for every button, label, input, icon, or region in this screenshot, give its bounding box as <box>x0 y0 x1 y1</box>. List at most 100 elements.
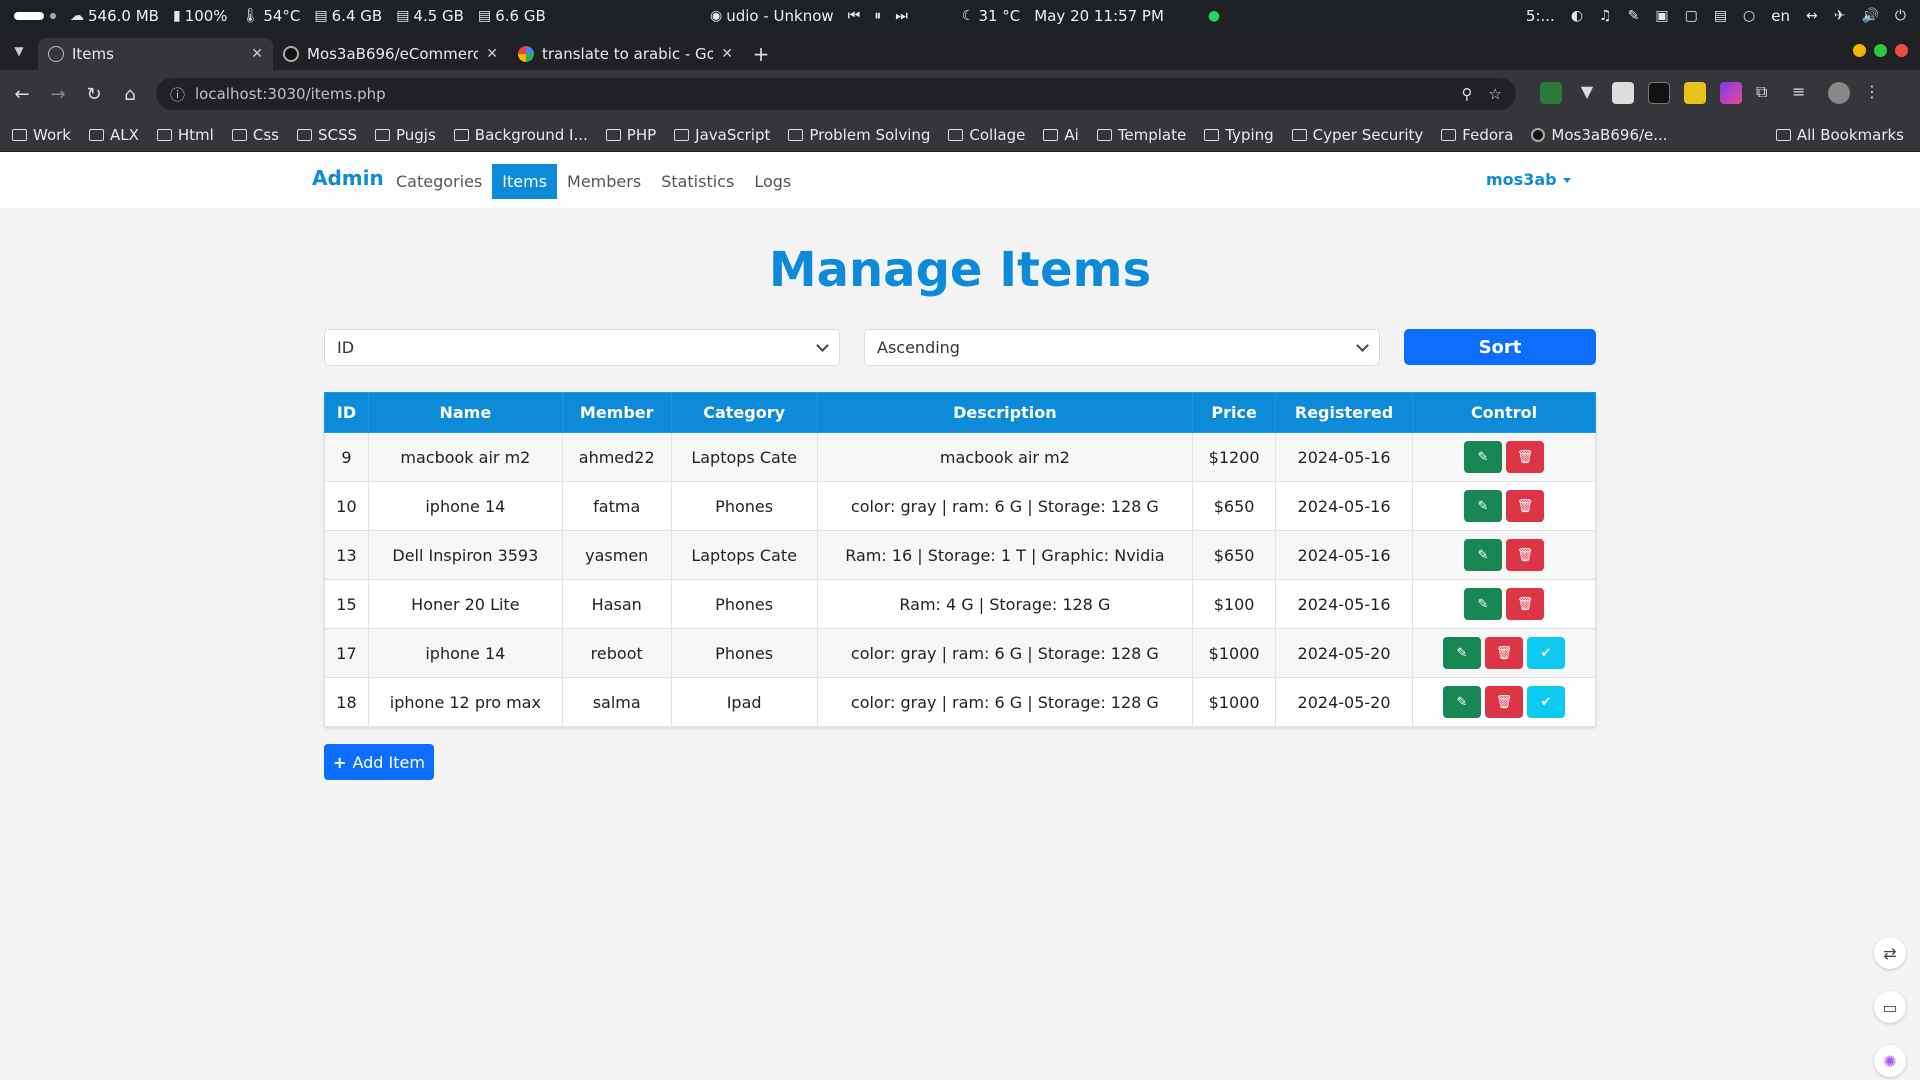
nav-categories[interactable]: Categories <box>386 164 492 199</box>
bookmark-problem-solving[interactable]: Problem Solving <box>788 126 930 144</box>
maximize-icon[interactable] <box>1874 44 1887 57</box>
tab-github[interactable]: Mos3aB696/eCommerce ✕ <box>273 38 508 70</box>
header-name[interactable]: Name <box>367 392 563 433</box>
extension-brain-icon[interactable] <box>1720 82 1742 104</box>
minimize-icon[interactable] <box>1853 44 1866 57</box>
back-arrow-icon[interactable]: ← <box>4 76 40 112</box>
vue-devtools-icon[interactable]: ▼ <box>1576 82 1598 104</box>
next-track-icon[interactable]: ⏭ <box>895 8 908 24</box>
edit-button[interactable]: ✎ <box>1464 490 1502 522</box>
extension-dark-icon[interactable] <box>1648 82 1670 104</box>
bookmark-template[interactable]: Template <box>1096 126 1186 144</box>
bookmark-fedora[interactable]: Fedora <box>1441 126 1513 144</box>
delete-button[interactable]: 🗑 <box>1506 539 1544 571</box>
header-price[interactable]: Price <box>1192 392 1277 433</box>
zoom-icon[interactable]: ⚲ <box>1462 85 1473 103</box>
workspace-1-icon[interactable]: ▢ <box>1685 8 1698 24</box>
delete-button[interactable]: 🗑 <box>1506 490 1544 522</box>
close-window-icon[interactable] <box>1895 44 1908 57</box>
header-id[interactable]: ID <box>324 392 369 433</box>
media-player[interactable]: ◉ udio - Unknow <box>710 7 834 25</box>
power-icon[interactable]: ⏻ <box>1895 8 1906 24</box>
bookmark-javascript[interactable]: JavaScript <box>674 126 770 144</box>
notion-icon[interactable] <box>1612 82 1634 104</box>
edit-button[interactable]: ✎ <box>1464 588 1502 620</box>
music-icon[interactable]: ♫ <box>1599 8 1612 24</box>
tab-search-chevron-icon[interactable]: ▼ <box>0 32 38 70</box>
nav-logs[interactable]: Logs <box>744 164 801 199</box>
pause-icon[interactable]: ⏸ <box>874 8 881 24</box>
header-description[interactable]: Description <box>816 392 1194 433</box>
bookmark-pugjs[interactable]: Pugjs <box>375 126 436 144</box>
delete-button[interactable]: 🗑 <box>1485 637 1523 669</box>
tray-app-icon[interactable]: ◐ <box>1571 8 1583 24</box>
approve-button[interactable]: ✔ <box>1527 637 1565 669</box>
workspace-indicator[interactable] <box>14 12 56 20</box>
previous-track-icon[interactable]: ⏮ <box>848 8 861 24</box>
bookmark-alx[interactable]: ALX <box>88 126 139 144</box>
bookmark-github-repo[interactable]: Mos3aB696/e... <box>1531 126 1668 144</box>
sort-field-select[interactable]: ID <box>324 329 840 366</box>
tab-google-translate[interactable]: translate to arabic - Goo ✕ <box>508 38 743 70</box>
user-dropdown[interactable]: mos3ab <box>1486 170 1571 189</box>
bookmark-work[interactable]: Work <box>12 126 71 144</box>
extension-yellow-icon[interactable] <box>1684 82 1706 104</box>
reading-list-icon[interactable]: ≡ <box>1792 82 1814 104</box>
bookmark-scss[interactable]: SCSS <box>296 126 357 144</box>
menu-dots-icon[interactable]: ⋮ <box>1864 82 1886 104</box>
translate-icon[interactable]: ⇄ <box>1874 937 1906 969</box>
avatar[interactable] <box>1828 82 1850 104</box>
puzzle-icon[interactable]: ⧉ <box>1756 82 1778 104</box>
bookmark-star-icon[interactable]: ☆ <box>1489 85 1502 103</box>
edit-button[interactable]: ✎ <box>1443 686 1481 718</box>
reader-mode-icon[interactable]: ▭ <box>1874 991 1906 1023</box>
bookmark-typing[interactable]: Typing <box>1204 126 1274 144</box>
add-item-button[interactable]: + Add Item <box>324 744 434 780</box>
close-icon[interactable]: ✕ <box>251 46 263 62</box>
network-arrows-icon[interactable]: ↔ <box>1806 8 1818 24</box>
nav-statistics[interactable]: Statistics <box>651 164 744 199</box>
nav-members[interactable]: Members <box>557 164 651 199</box>
delete-button[interactable]: 🗑 <box>1485 686 1523 718</box>
bookmark-css[interactable]: Css <box>231 126 279 144</box>
volume-icon[interactable]: 🔊 <box>1861 8 1878 24</box>
address-bar[interactable]: ⓘ localhost:3030/items.php ⚲ ☆ <box>156 78 1516 110</box>
forward-arrow-icon[interactable]: → <box>40 76 76 112</box>
nav-items[interactable]: Items <box>492 164 558 199</box>
approve-button[interactable]: ✔ <box>1527 686 1565 718</box>
color-picker-icon[interactable]: ✎ <box>1628 8 1640 24</box>
reload-icon[interactable]: ↻ <box>76 76 112 112</box>
bookmark-collage[interactable]: Collage <box>948 126 1025 144</box>
bookmark-background[interactable]: Background I... <box>453 126 588 144</box>
bookmark-cyper-security[interactable]: Cyper Security <box>1291 126 1423 144</box>
bookmark-html[interactable]: Html <box>156 126 214 144</box>
header-member[interactable]: Member <box>561 392 672 433</box>
extension-green-icon[interactable] <box>1540 82 1562 104</box>
home-icon[interactable]: ⌂ <box>112 76 148 112</box>
close-icon[interactable]: ✕ <box>721 46 733 62</box>
brand-admin[interactable]: Admin <box>312 166 384 190</box>
terminal-icon[interactable]: ▣ <box>1655 8 1668 24</box>
header-category[interactable]: Category <box>670 392 818 433</box>
sort-order-select[interactable]: Ascending <box>864 329 1380 366</box>
delete-button[interactable]: 🗑 <box>1506 441 1544 473</box>
edit-button[interactable]: ✎ <box>1443 637 1481 669</box>
all-bookmarks[interactable]: All Bookmarks <box>1775 118 1904 152</box>
circle-icon[interactable]: ○ <box>1743 8 1755 24</box>
tab-items[interactable]: Items ✕ <box>38 38 273 70</box>
close-icon[interactable]: ✕ <box>486 46 498 62</box>
bookmark-php[interactable]: PHP <box>605 126 656 144</box>
edit-button[interactable]: ✎ <box>1464 539 1502 571</box>
brain-extension-icon[interactable]: ✺ <box>1874 1045 1906 1077</box>
clock[interactable]: May 20 11:57 PM <box>1034 7 1164 25</box>
delete-button[interactable]: 🗑 <box>1506 588 1544 620</box>
header-registered[interactable]: Registered <box>1275 392 1414 433</box>
edit-button[interactable]: ✎ <box>1464 441 1502 473</box>
bookmark-ai[interactable]: Ai <box>1043 126 1079 144</box>
sort-button[interactable]: Sort <box>1404 329 1596 365</box>
clipboard-icon[interactable]: ▤ <box>1714 8 1727 24</box>
airplane-icon[interactable]: ✈ <box>1834 8 1846 24</box>
new-tab-plus-icon[interactable]: + <box>743 38 779 70</box>
site-info-icon[interactable]: ⓘ <box>170 84 185 105</box>
whatsapp-icon[interactable]: ● <box>1208 8 1220 24</box>
